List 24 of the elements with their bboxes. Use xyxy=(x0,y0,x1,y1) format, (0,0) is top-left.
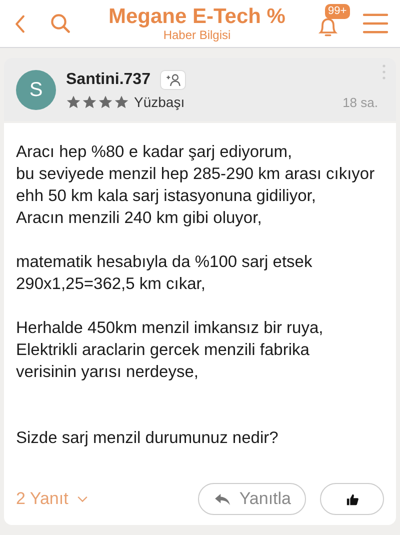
back-icon[interactable] xyxy=(14,14,26,34)
star-icon xyxy=(82,95,97,109)
reply-icon xyxy=(214,492,232,506)
post-body: Aracı hep %80 e kadar şarj ediyorum, bu seviyede menzil hep 285-290 km arası cıkıyor ehh 50 km kala sarj istasyonuna gidiliyor, Aracın menzili 240 km gibi oluyor, matematik hesabıyla da %100 sarj etsek 290x1,25=362,5 km cıkar, Herhalde 450km menzil imkansız bir ruya, Elektrikli araclarin gercek menzili fabrika verisinin yarısı nerdeyse, Sizde sarj menzil durumunuz nedir? xyxy=(16,142,376,449)
author-name[interactable]: Santini.737 xyxy=(66,71,150,89)
more-icon[interactable] xyxy=(382,64,386,80)
page-title: Megane E-Tech % xyxy=(108,5,286,29)
avatar[interactable]: S xyxy=(16,70,56,110)
chevron-down-icon[interactable] xyxy=(77,496,88,502)
like-button[interactable] xyxy=(320,483,384,515)
add-user-icon xyxy=(164,73,182,87)
reply-button[interactable]: Yanıtla xyxy=(198,483,306,515)
menu-icon[interactable] xyxy=(363,13,388,34)
search-icon[interactable] xyxy=(50,13,71,34)
star-icon xyxy=(66,95,81,109)
follow-button[interactable] xyxy=(160,70,186,90)
replies-toggle[interactable]: 2 Yanıt xyxy=(16,489,68,509)
star-icon xyxy=(98,95,113,109)
notification-badge: 99+ xyxy=(325,4,350,18)
post-time: 18 sa. xyxy=(342,94,378,110)
thumbs-up-icon xyxy=(346,492,358,506)
star-icon xyxy=(114,95,129,109)
page-subtitle: Haber Bilgisi xyxy=(163,29,231,42)
user-rank: Yüzbaşı xyxy=(134,94,185,110)
